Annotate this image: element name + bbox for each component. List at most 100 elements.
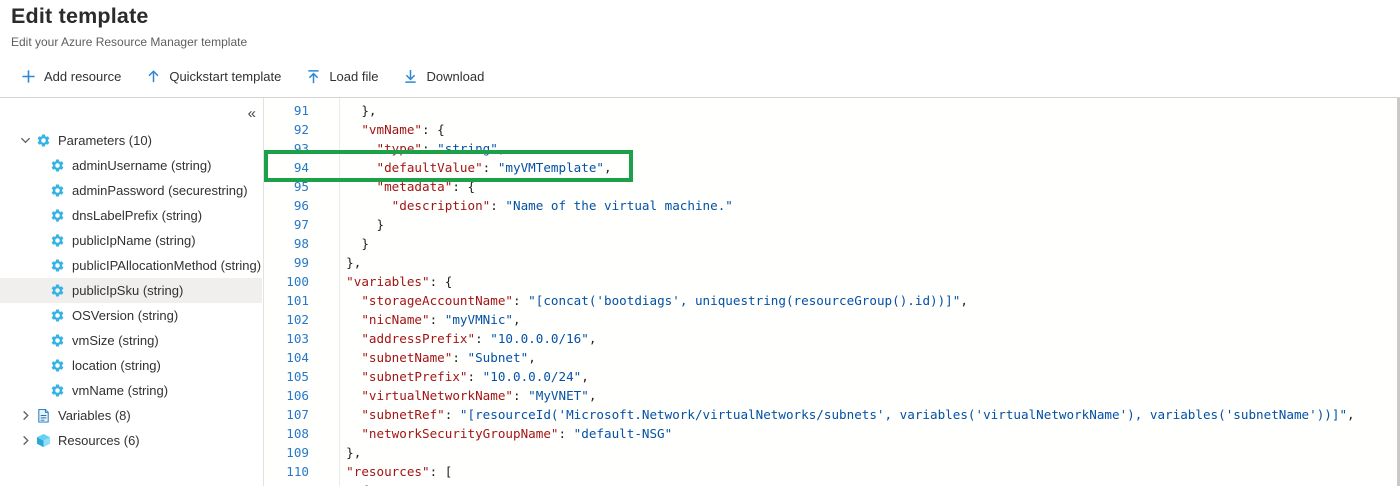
toolbar-button-quickstart-template[interactable]: Quickstart template — [145, 68, 281, 84]
code-line-109[interactable]: 109 }, — [264, 443, 1397, 462]
line-number: 94 — [264, 158, 319, 177]
document-icon — [36, 408, 51, 423]
line-number: 98 — [264, 234, 319, 253]
code-line-94[interactable]: 94 "defaultValue": "myVMTemplate", — [264, 158, 1397, 177]
chevron-down-icon[interactable] — [18, 134, 32, 148]
code-line-104[interactable]: 104 "subnetName": "Subnet", — [264, 348, 1397, 367]
tree-item-Parameters[interactable]: Parameters (10) — [0, 128, 262, 153]
tree-item-label: Variables (8) — [58, 408, 131, 423]
toolbar-button-label: Quickstart template — [169, 69, 281, 84]
gear-icon — [50, 183, 65, 198]
line-number: 100 — [264, 272, 319, 291]
toolbar: Add resource Quickstart template Load file… — [20, 62, 508, 90]
line-number: 92 — [264, 120, 319, 139]
page-title: Edit template — [11, 4, 149, 29]
toolbar-button-add-resource[interactable]: Add resource — [20, 68, 121, 84]
collapse-sidebar-icon[interactable]: « — [248, 105, 256, 122]
code-line-95[interactable]: 95 "metadata": { — [264, 177, 1397, 196]
code-line-100[interactable]: 100 "variables": { — [264, 272, 1397, 291]
code-line-98[interactable]: 98 } — [264, 234, 1397, 253]
tree-item-dnsLabelPrefix[interactable]: dnsLabelPrefix (string) — [0, 203, 262, 228]
code-line-111[interactable]: 111 { — [264, 481, 1397, 486]
line-number: 97 — [264, 215, 319, 234]
toolbar-button-load-file[interactable]: Load file — [305, 68, 378, 84]
tree-item-label: OSVersion (string) — [72, 308, 178, 323]
page-subtitle: Edit your Azure Resource Manager templat… — [11, 35, 247, 49]
code-line-97[interactable]: 97 } — [264, 215, 1397, 234]
line-number: 108 — [264, 424, 319, 443]
code-text: "nicName": "myVMNic", — [319, 310, 521, 329]
code-line-110[interactable]: 110 "resources": [ — [264, 462, 1397, 481]
toolbar-button-label: Load file — [329, 69, 378, 84]
tree-item-vmSize[interactable]: vmSize (string) — [0, 328, 262, 353]
chevron-right-icon[interactable] — [18, 434, 32, 448]
code-line-96[interactable]: 96 "description": "Name of the virtual m… — [264, 196, 1397, 215]
code-text: { — [319, 481, 369, 486]
code-line-99[interactable]: 99 }, — [264, 253, 1397, 272]
line-number: 111 — [264, 481, 319, 486]
line-number: 91 — [264, 101, 319, 120]
code-line-101[interactable]: 101 "storageAccountName": "[concat('boot… — [264, 291, 1397, 310]
tree-item-vmName[interactable]: vmName (string) — [0, 378, 262, 403]
line-number: 103 — [264, 329, 319, 348]
gear-icon — [50, 358, 65, 373]
line-number: 102 — [264, 310, 319, 329]
code-text: "type": "string", — [319, 139, 505, 158]
toolbar-button-label: Add resource — [44, 69, 121, 84]
tree-item-label: adminPassword (securestring) — [72, 183, 248, 198]
code-text: "metadata": { — [319, 177, 475, 196]
tree-item-publicIpName[interactable]: publicIpName (string) — [0, 228, 262, 253]
tree-item-label: publicIPAllocationMethod (string) — [72, 258, 261, 273]
tree-item-adminUsername[interactable]: adminUsername (string) — [0, 153, 262, 178]
plus-icon — [20, 68, 36, 84]
toolbar-button-download[interactable]: Download — [402, 68, 484, 84]
code-line-92[interactable]: 92 "vmName": { — [264, 120, 1397, 139]
code-line-91[interactable]: 91 }, — [264, 101, 1397, 120]
tree-item-publicIPAllocationMethod[interactable]: publicIPAllocationMethod (string) — [0, 253, 262, 278]
tree-item-publicIpSku[interactable]: publicIpSku (string) — [0, 278, 262, 303]
tree-item-OSVersion[interactable]: OSVersion (string) — [0, 303, 262, 328]
code-lines: 91 },92 "vmName": {93 "type": "string",9… — [264, 101, 1397, 486]
tree-item-label: adminUsername (string) — [72, 158, 211, 173]
code-text: } — [319, 234, 369, 253]
template-outline-sidebar: « Parameters (10) adminUsername (string) a… — [0, 98, 263, 486]
code-editor[interactable]: 91 },92 "vmName": {93 "type": "string",9… — [263, 98, 1397, 486]
upload-icon — [305, 68, 321, 84]
tree-item-label: publicIpSku (string) — [72, 283, 183, 298]
tree-item-adminPassword[interactable]: adminPassword (securestring) — [0, 178, 262, 203]
code-line-93[interactable]: 93 "type": "string", — [264, 139, 1397, 158]
code-line-102[interactable]: 102 "nicName": "myVMNic", — [264, 310, 1397, 329]
tree-item-label: Resources (6) — [58, 433, 140, 448]
cube-icon — [36, 433, 51, 448]
tree-item-label: Parameters (10) — [58, 133, 152, 148]
code-text: }, — [319, 443, 361, 462]
code-text: "virtualNetworkName": "MyVNET", — [319, 386, 596, 405]
gear-icon — [50, 158, 65, 173]
line-number: 96 — [264, 196, 319, 215]
gear-icon — [50, 208, 65, 223]
line-number: 93 — [264, 139, 319, 158]
template-tree: Parameters (10) adminUsername (string) adm… — [0, 128, 262, 453]
code-line-108[interactable]: 108 "networkSecurityGroupName": "default… — [264, 424, 1397, 443]
gear-icon — [50, 283, 65, 298]
line-number: 104 — [264, 348, 319, 367]
code-text: "defaultValue": "myVMTemplate", — [319, 158, 612, 177]
code-line-103[interactable]: 103 "addressPrefix": "10.0.0.0/16", — [264, 329, 1397, 348]
chevron-right-icon[interactable] — [18, 409, 32, 423]
line-number: 101 — [264, 291, 319, 310]
line-number: 107 — [264, 405, 319, 424]
gear-icon — [50, 333, 65, 348]
code-text: "vmName": { — [319, 120, 445, 139]
code-line-107[interactable]: 107 "subnetRef": "[resourceId('Microsoft… — [264, 405, 1397, 424]
gear-icon — [50, 383, 65, 398]
code-line-106[interactable]: 106 "virtualNetworkName": "MyVNET", — [264, 386, 1397, 405]
gear-icon — [50, 258, 65, 273]
tree-item-location[interactable]: location (string) — [0, 353, 262, 378]
code-text: "subnetPrefix": "10.0.0.0/24", — [319, 367, 589, 386]
line-number: 110 — [264, 462, 319, 481]
tree-item-Resources[interactable]: Resources (6) — [0, 428, 262, 453]
code-text: "networkSecurityGroupName": "default-NSG… — [319, 424, 672, 443]
toolbar-button-label: Download — [426, 69, 484, 84]
tree-item-Variables[interactable]: Variables (8) — [0, 403, 262, 428]
code-line-105[interactable]: 105 "subnetPrefix": "10.0.0.0/24", — [264, 367, 1397, 386]
